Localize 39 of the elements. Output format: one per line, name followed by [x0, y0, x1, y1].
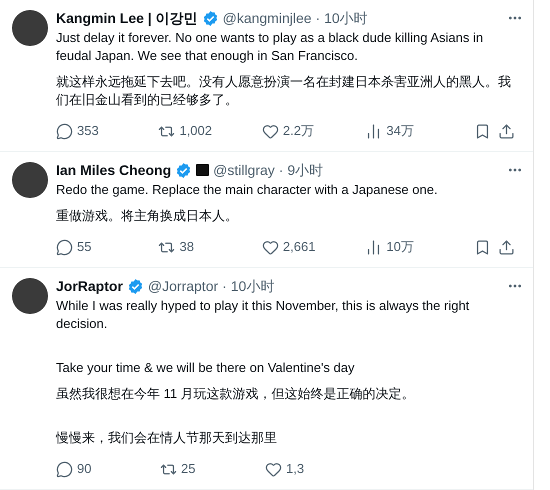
- post-time[interactable]: · 9小时: [278, 160, 324, 180]
- post-time[interactable]: · 10小时: [316, 8, 368, 28]
- action-count: 55: [77, 238, 92, 256]
- action-count: 2.2万: [282, 122, 314, 140]
- heart-icon[interactable]: [265, 460, 282, 478]
- post-time[interactable]: · 10小时: [222, 276, 274, 296]
- speech-bubble-icon[interactable]: [56, 122, 73, 140]
- avatar[interactable]: [12, 10, 48, 46]
- post-text: 就这样永远拖延下去吧。没有人愿意扮演一名在封建日本杀害亚洲人的黑人。我们在旧金山看到的已经够多了。: [56, 73, 512, 109]
- heart-icon[interactable]: [262, 238, 279, 256]
- action-count: 25: [181, 460, 196, 478]
- action-count: 1,3: [286, 460, 304, 478]
- display-name[interactable]: Kangmin Lee | 이강민: [56, 8, 198, 28]
- user-handle[interactable]: @kangminjlee: [222, 8, 312, 28]
- share-icon[interactable]: [498, 238, 516, 256]
- user-handle[interactable]: @stillgray: [213, 160, 275, 180]
- post-text: 慢慢来，我们会在情人节那天到达那里: [56, 429, 278, 447]
- post-text: While I was really hyped to play it this November, this is always the right decision.: [56, 297, 470, 333]
- action-count: 10万: [386, 238, 414, 256]
- action-count: 34万: [386, 122, 414, 140]
- share-icon[interactable]: [498, 122, 516, 140]
- post-text: 重做游戏。将主角换成日本人。: [56, 207, 239, 225]
- action-count: 1,002: [179, 122, 212, 140]
- action-count: 2,661: [282, 238, 316, 256]
- display-name[interactable]: Ian Miles Cheong: [56, 160, 172, 180]
- post-text: Just delay it forever. No one wants to play as a black dude killing Asians in feudal Japan. We see that enough in San Francisco.: [56, 29, 484, 65]
- avatar[interactable]: [12, 278, 48, 314]
- user-handle[interactable]: @Jorraptor: [148, 276, 218, 296]
- speech-bubble-icon[interactable]: [56, 238, 73, 256]
- speech-bubble-icon[interactable]: [56, 460, 73, 478]
- display-name[interactable]: JorRaptor: [56, 276, 123, 296]
- avatar[interactable]: [12, 162, 48, 198]
- post-text: Redo the game. Replace the main character with a Japanese one.: [56, 181, 439, 199]
- action-count: 38: [179, 238, 194, 256]
- post-text: Take your time & we will be there on Valentine's day: [56, 359, 356, 377]
- post-text: 虽然我很想在今年 11 月玩这款游戏，但这始终是正确的决定。: [56, 385, 416, 403]
- action-count: 90: [77, 460, 92, 478]
- action-count: 353: [77, 122, 99, 140]
- heart-icon[interactable]: [262, 122, 279, 140]
